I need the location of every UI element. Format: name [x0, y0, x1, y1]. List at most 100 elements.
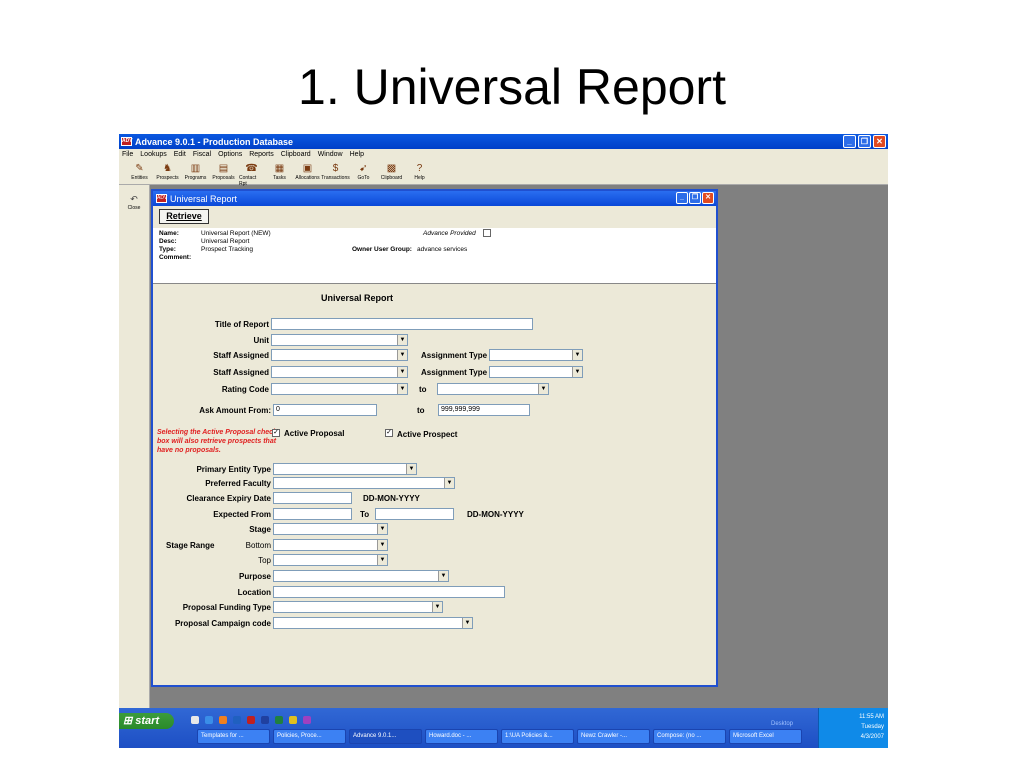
name-label: Name:: [159, 230, 179, 237]
close-icon[interactable]: ✕: [873, 135, 886, 148]
expected-to-input[interactable]: [375, 508, 454, 520]
assignment-type-1-label: Assignment Type: [421, 351, 488, 360]
assignment-type-2-label: Assignment Type: [421, 368, 488, 377]
stage-select[interactable]: ▼: [273, 523, 388, 535]
rating-code-from-select[interactable]: ▼: [271, 383, 408, 395]
goto-icon: ➹: [359, 163, 368, 174]
chevron-down-icon: ▼: [377, 555, 387, 565]
stage-top-select[interactable]: ▼: [273, 554, 388, 566]
close-tool-button[interactable]: ↶ Close: [119, 194, 149, 211]
toolbar-tasks[interactable]: ▦ Tasks: [267, 160, 292, 184]
task-newz-crawler[interactable]: Newz Crawler -...: [577, 729, 650, 744]
task-templates[interactable]: Templates for ...: [197, 729, 270, 744]
task-compose[interactable]: Compose: (no ...: [653, 729, 726, 744]
title-of-report-input[interactable]: [271, 318, 533, 330]
stage-bottom-select[interactable]: ▼: [273, 539, 388, 551]
primary-entity-type-label: Primary Entity Type: [196, 465, 271, 474]
quicklaunch-ie-icon[interactable]: [205, 716, 213, 724]
staff-assigned-2-select[interactable]: ▼: [271, 366, 408, 378]
purpose-label: Purpose: [238, 572, 271, 581]
clock-time[interactable]: 11:55 AM: [819, 712, 884, 722]
chevron-down-icon: ▼: [397, 335, 407, 345]
toolbar-label: Transactions: [321, 175, 350, 181]
quicklaunch-app-icon[interactable]: [191, 716, 199, 724]
ask-amount-to-label: to: [417, 406, 425, 415]
toolbar-prospects[interactable]: ♞ Prospects: [155, 160, 180, 184]
menu-edit[interactable]: Edit: [174, 151, 186, 158]
start-button[interactable]: ⊞ start: [119, 713, 174, 729]
active-proposal-checkbox[interactable]: [272, 429, 280, 437]
toolbar-clipboard[interactable]: ▩ Clipboard: [379, 160, 404, 184]
quicklaunch-ie2-icon[interactable]: [233, 716, 241, 724]
entities-icon: ✎: [135, 163, 144, 174]
primary-entity-type-select[interactable]: ▼: [273, 463, 417, 475]
unit-select[interactable]: ▼: [271, 334, 408, 346]
quicklaunch-word-icon[interactable]: [261, 716, 269, 724]
restore-icon[interactable]: ❐: [858, 135, 871, 148]
quicklaunch-misc-icon[interactable]: [303, 716, 311, 724]
rating-code-label: Rating Code: [221, 385, 269, 394]
task-excel[interactable]: Microsoft Excel: [729, 729, 802, 744]
task-howard-doc[interactable]: Howard.doc - ...: [425, 729, 498, 744]
expected-date-format: DD-MON-YYYY: [467, 510, 524, 519]
staff-assigned-1-select[interactable]: ▼: [271, 349, 408, 361]
desktop-toolbar-label[interactable]: Desktop: [771, 721, 793, 727]
undo-close-icon: ↶: [130, 194, 138, 204]
active-prospect-checkbox[interactable]: [385, 429, 393, 437]
clearance-expiry-date-input[interactable]: [273, 492, 352, 504]
ask-amount-from-input[interactable]: 0: [273, 404, 377, 416]
menu-reports[interactable]: Reports: [249, 151, 274, 158]
toolbar-transactions[interactable]: $ Transactions: [321, 160, 350, 184]
menu-fiscal[interactable]: Fiscal: [193, 151, 211, 158]
proposal-campaign-code-select[interactable]: ▼: [273, 617, 473, 629]
task-ua-policies[interactable]: 1:\UA Policies &...: [501, 729, 574, 744]
advance-provided-checkbox[interactable]: [483, 229, 491, 237]
menu-help[interactable]: Help: [350, 151, 364, 158]
task-advance[interactable]: Advance 9.0.1...: [349, 729, 422, 744]
toolbar-help[interactable]: ? Help: [407, 160, 432, 184]
menu-file[interactable]: File: [122, 151, 133, 158]
preferred-faculty-select[interactable]: ▼: [273, 477, 455, 489]
toolbar-allocations[interactable]: ▣ Allocations: [295, 160, 320, 184]
toolbar-programs[interactable]: ▥ Programs: [183, 160, 208, 184]
assignment-type-1-select[interactable]: ▼: [489, 349, 583, 361]
name-value: Universal Report (NEW): [201, 230, 271, 237]
quicklaunch-folder-icon[interactable]: [289, 716, 297, 724]
stage-range-label: Stage Range: [166, 541, 215, 550]
purpose-select[interactable]: ▼: [273, 570, 449, 582]
chevron-down-icon: ▼: [406, 464, 416, 474]
location-input[interactable]: [273, 586, 505, 598]
chevron-down-icon: ▼: [432, 602, 442, 612]
proposal-funding-type-select[interactable]: ▼: [273, 601, 443, 613]
form-heading: Universal Report: [321, 293, 394, 303]
menu-window[interactable]: Window: [318, 151, 343, 158]
left-toolbar: ↶ Close: [119, 185, 150, 708]
toolbar-entities[interactable]: ✎ Entities: [127, 160, 152, 184]
ask-amount-to-input[interactable]: 999,999,999: [438, 404, 530, 416]
toolbar-goto[interactable]: ➹ GoTo: [351, 160, 376, 184]
task-policies[interactable]: Policies, Proce...: [273, 729, 346, 744]
menu-options[interactable]: Options: [218, 151, 242, 158]
staff-assigned-1-label: Staff Assigned: [213, 351, 269, 360]
quicklaunch-excel-icon[interactable]: [275, 716, 283, 724]
rating-code-to-select[interactable]: ▼: [437, 383, 549, 395]
menu-lookups[interactable]: Lookups: [140, 151, 166, 158]
type-label: Type:: [159, 246, 176, 253]
tasks-icon: ▦: [274, 163, 285, 174]
retrieve-button[interactable]: Retrieve: [159, 209, 209, 224]
toolbar-label: Tasks: [273, 175, 286, 181]
quicklaunch-firefox-icon[interactable]: [219, 716, 227, 724]
menu-clipboard[interactable]: Clipboard: [281, 151, 311, 158]
toolbar-contact-rpt[interactable]: ☎ Contact Rpt: [239, 160, 264, 187]
owner-group-label: Owner User Group:: [352, 246, 412, 253]
assignment-type-2-select[interactable]: ▼: [489, 366, 583, 378]
toolbar-proposals[interactable]: ▤ Proposals: [211, 160, 236, 184]
expected-from-input[interactable]: [273, 508, 352, 520]
child-restore-icon[interactable]: ❐: [689, 192, 701, 204]
minimize-icon[interactable]: _: [843, 135, 856, 148]
start-label: start: [135, 715, 160, 727]
child-minimize-icon[interactable]: _: [676, 192, 688, 204]
quicklaunch-advance-icon[interactable]: [247, 716, 255, 724]
chevron-down-icon: ▼: [377, 540, 387, 550]
child-close-icon[interactable]: ✕: [702, 192, 714, 204]
